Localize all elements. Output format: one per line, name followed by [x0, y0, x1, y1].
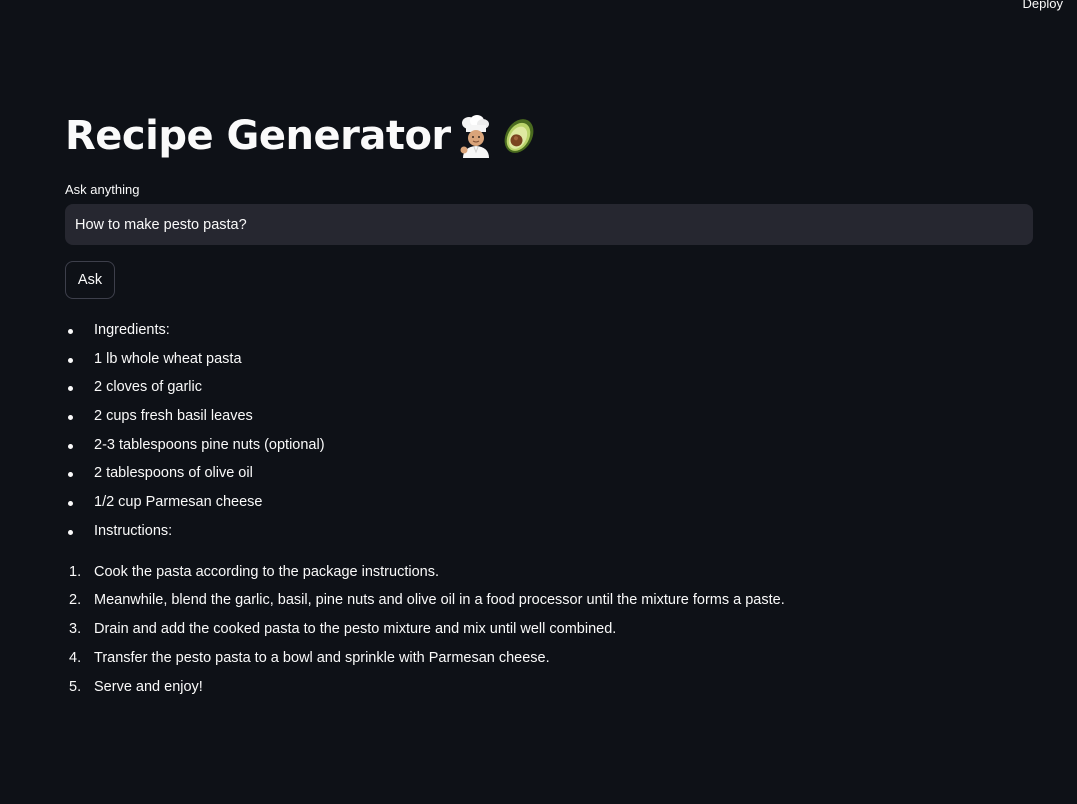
- step-text: Serve and enjoy!: [94, 678, 203, 695]
- step-text: Meanwhile, blend the garlic, basil, pine…: [94, 592, 785, 609]
- ask-button[interactable]: Ask: [65, 261, 115, 299]
- instructions-list: 1. Cook the pasta according to the packa…: [65, 563, 1033, 707]
- step-text: Transfer the pesto pasta to a bowl and s…: [94, 649, 550, 666]
- list-item: 2-3 tablespoons pine nuts (optional): [65, 436, 1033, 465]
- main-content: Recipe Generator Ask anything How to mak…: [65, 110, 1033, 706]
- step-number: 4.: [69, 649, 82, 666]
- input-label: Ask anything: [65, 182, 140, 197]
- list-item: 2 cloves of garlic: [65, 378, 1033, 407]
- chef-icon: [455, 114, 495, 158]
- step-text: Drain and add the cooked pasta to the pe…: [94, 621, 617, 638]
- step-number: 1.: [69, 563, 82, 580]
- title-row: Recipe Generator: [65, 110, 1033, 162]
- step-number: 5.: [69, 678, 82, 695]
- instruction-step: 2. Meanwhile, blend the garlic, basil, p…: [65, 591, 1033, 620]
- list-item: 2 cups fresh basil leaves: [65, 407, 1033, 436]
- step-number: 3.: [69, 621, 82, 638]
- instruction-step: 5. Serve and enjoy!: [65, 678, 1033, 707]
- instruction-step: 3. Drain and add the cooked pasta to the…: [65, 620, 1033, 649]
- list-item: Ingredients:: [65, 321, 1033, 350]
- page-title: Recipe Generator: [65, 113, 451, 159]
- step-number: 2.: [69, 592, 82, 609]
- step-text: Cook the pasta according to the package …: [94, 563, 439, 580]
- list-item: 1/2 cup Parmesan cheese: [65, 493, 1033, 522]
- instruction-step: 1. Cook the pasta according to the packa…: [65, 563, 1033, 592]
- list-item: Instructions:: [65, 522, 1033, 551]
- deploy-button[interactable]: Deploy: [1023, 0, 1063, 11]
- instruction-step: 4. Transfer the pesto pasta to a bowl an…: [65, 649, 1033, 678]
- list-item: 2 tablespoons of olive oil: [65, 464, 1033, 493]
- list-item: 1 lb whole wheat pasta: [65, 350, 1033, 379]
- app-window: Deploy Recipe Generator Ask anything How…: [0, 0, 1077, 804]
- avocado-icon: [499, 114, 539, 158]
- ingredients-list: Ingredients: 1 lb whole wheat pasta 2 cl…: [65, 321, 1033, 551]
- question-input[interactable]: [65, 204, 1033, 245]
